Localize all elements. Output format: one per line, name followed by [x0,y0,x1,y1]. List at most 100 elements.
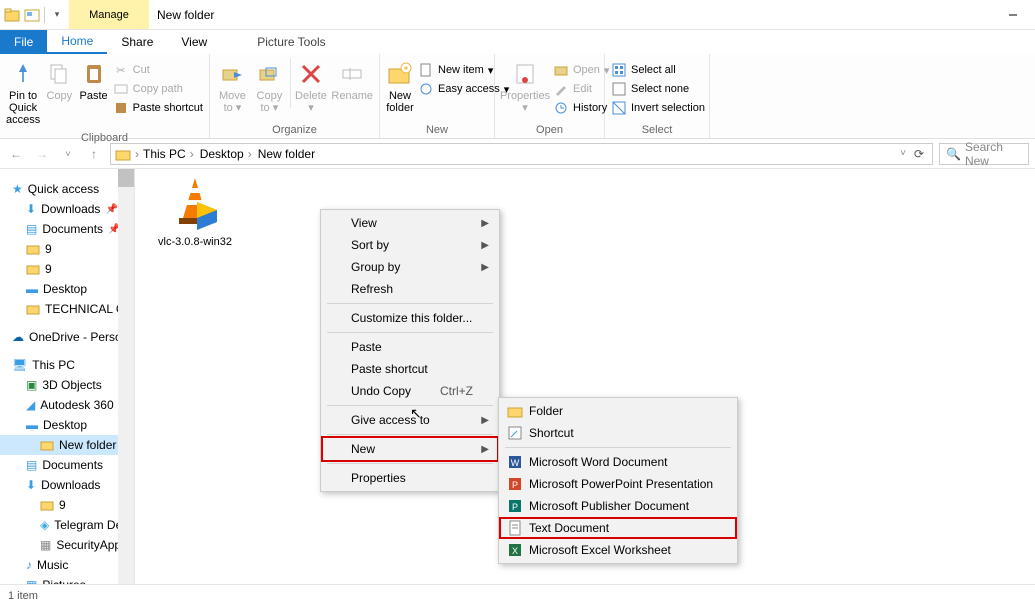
ctx-new-shortcut[interactable]: Shortcut [501,422,735,444]
nav-desktop-qa[interactable]: ▬Desktop [0,279,134,299]
ctx-undo[interactable]: Undo CopyCtrl+Z [323,380,497,402]
nav-music[interactable]: ♪Music [0,555,134,575]
ctx-new-word[interactable]: WMicrosoft Word Document [501,451,735,473]
nav-9a[interactable]: 9 [0,239,134,259]
new-folder-button[interactable]: ✶ New folder [386,58,414,114]
nav-3d-objects[interactable]: ▣3D Objects [0,375,134,395]
search-input[interactable]: 🔍 Search New [939,143,1029,165]
edit-button[interactable]: Edit [553,81,609,97]
crumb-desktop[interactable]: Desktop› [200,147,254,161]
paste-icon [80,60,108,88]
ctx-sort-by[interactable]: Sort by▶ [323,234,497,256]
doc-icon: ▤ [26,222,37,236]
paste-shortcut-icon [113,100,129,116]
nav-downloads-pc[interactable]: ⬇Downloads [0,475,134,495]
minimize-button[interactable] [991,0,1035,29]
context-menu-main: View▶ Sort by▶ Group by▶ Refresh Customi… [320,209,500,492]
refresh-icon[interactable]: ⟳ [914,147,924,161]
search-icon: 🔍 [946,147,961,161]
tab-home[interactable]: Home [47,30,107,54]
ctx-properties[interactable]: Properties [323,467,497,489]
copy-button[interactable]: Copy [44,58,74,102]
qat-dropdown-icon[interactable]: ▾ [49,7,65,23]
copy-path-button[interactable]: Copy path [113,81,203,97]
move-to-icon [218,60,246,88]
recent-dropdown[interactable]: ˅ [58,149,78,159]
nav-documents-pc[interactable]: ▤Documents [0,455,134,475]
ribbon-group-open: Properties ▾ Open ▾ Edit History Open [495,54,605,138]
ctx-customize[interactable]: Customize this folder... [323,307,497,329]
ctx-new-pub[interactable]: PMicrosoft Publisher Document [501,495,735,517]
excel-icon: X [507,542,523,558]
nav-desktop-pc[interactable]: ▬Desktop [0,415,134,435]
delete-button[interactable]: Delete ▾ [295,58,328,114]
ctx-new-text[interactable]: Text Document [499,517,737,539]
ribbon: Pin to Quick access Copy Paste ✂Cut Copy… [0,54,1035,139]
open-button[interactable]: Open ▾ [553,62,609,78]
crumb-this-pc[interactable]: This PC› [143,147,196,161]
crumb-new-folder[interactable]: New folder [258,147,315,161]
nav-new-folder[interactable]: New folder [0,435,134,455]
ctx-paste[interactable]: Paste [323,336,497,358]
ctx-new[interactable]: New▶ [321,436,499,462]
desktop-icon: ▬ [26,282,38,296]
folder-icon [115,146,131,162]
nav-quick-access[interactable]: ★Quick access [0,179,134,199]
paste-button[interactable]: Paste [78,58,108,102]
ctx-separator [327,303,493,304]
copy-to-button[interactable]: Copy to ▾ [253,58,286,114]
ctx-new-folder[interactable]: Folder [501,400,735,422]
address-box[interactable]: › This PC› Desktop› New folder ˅ ⟳ [110,143,933,165]
tab-share[interactable]: Share [107,30,167,54]
select-none-button[interactable]: Select none [611,81,705,97]
nav-autodesk[interactable]: ◢Autodesk 360 [0,395,134,415]
window-title: New folder [149,0,214,29]
nav-scrollbar[interactable] [118,169,134,584]
nav-downloads-qa[interactable]: ⬇Downloads📌 [0,199,134,219]
ctx-view[interactable]: View▶ [323,212,497,234]
ctx-refresh[interactable]: Refresh [323,278,497,300]
nav-9b[interactable]: 9 [0,259,134,279]
invert-icon [611,100,627,116]
invert-selection-button[interactable]: Invert selection [611,100,705,116]
tab-picture-tools[interactable]: Picture Tools [243,30,339,54]
ppt-icon: P [507,476,523,492]
ctx-new-xls[interactable]: XMicrosoft Excel Worksheet [501,539,735,561]
cloud-icon: ☁ [12,330,24,344]
nav-this-pc[interactable]: 🖥This PC [0,355,134,375]
scrollbar-thumb[interactable] [118,169,134,187]
properties-button[interactable]: Properties ▾ [501,58,549,114]
nav-onedrive[interactable]: ☁OneDrive - Person [0,327,134,347]
new-item-icon [418,62,434,78]
shortcut-icon [507,425,523,441]
manage-context-tab[interactable]: Manage [69,0,149,29]
nav-documents-qa[interactable]: ▤Documents📌 [0,219,134,239]
paste-shortcut-button[interactable]: Paste shortcut [113,100,203,116]
up-button[interactable]: ↑ [84,147,104,161]
move-to-button[interactable]: Move to ▾ [216,58,249,114]
ctx-separator [327,405,493,406]
nav-9c[interactable]: 9 [0,495,134,515]
ctx-give-access[interactable]: Give access to▶ [323,409,497,431]
nav-technical[interactable]: TECHNICAL CON [0,299,134,319]
ctx-group-by[interactable]: Group by▶ [323,256,497,278]
file-item-vlc[interactable]: vlc-3.0.8-win32 [155,174,235,248]
back-button[interactable]: ← [6,147,26,161]
select-all-button[interactable]: Select all [611,62,705,78]
nav-telegram[interactable]: ◈Telegram Deskt [0,515,134,535]
cut-button[interactable]: ✂Cut [113,62,203,78]
history-button[interactable]: History [553,100,609,116]
folder-icon [40,498,54,512]
tab-view[interactable]: View [167,30,221,54]
desktop-icon: ▬ [26,418,38,432]
forward-button[interactable]: → [32,147,52,161]
nav-pictures[interactable]: ▦Pictures [0,575,134,584]
nav-security[interactable]: ▦SecurityApplian [0,535,134,555]
rename-button[interactable]: Rename [331,58,373,102]
qat-sep [44,7,45,23]
tab-file[interactable]: File [0,30,47,54]
pin-to-quick-access-button[interactable]: Pin to Quick access [6,58,40,126]
address-dropdown-icon[interactable]: ˅ [900,148,906,159]
ctx-paste-shortcut[interactable]: Paste shortcut [323,358,497,380]
ctx-new-ppt[interactable]: PMicrosoft PowerPoint Presentation [501,473,735,495]
